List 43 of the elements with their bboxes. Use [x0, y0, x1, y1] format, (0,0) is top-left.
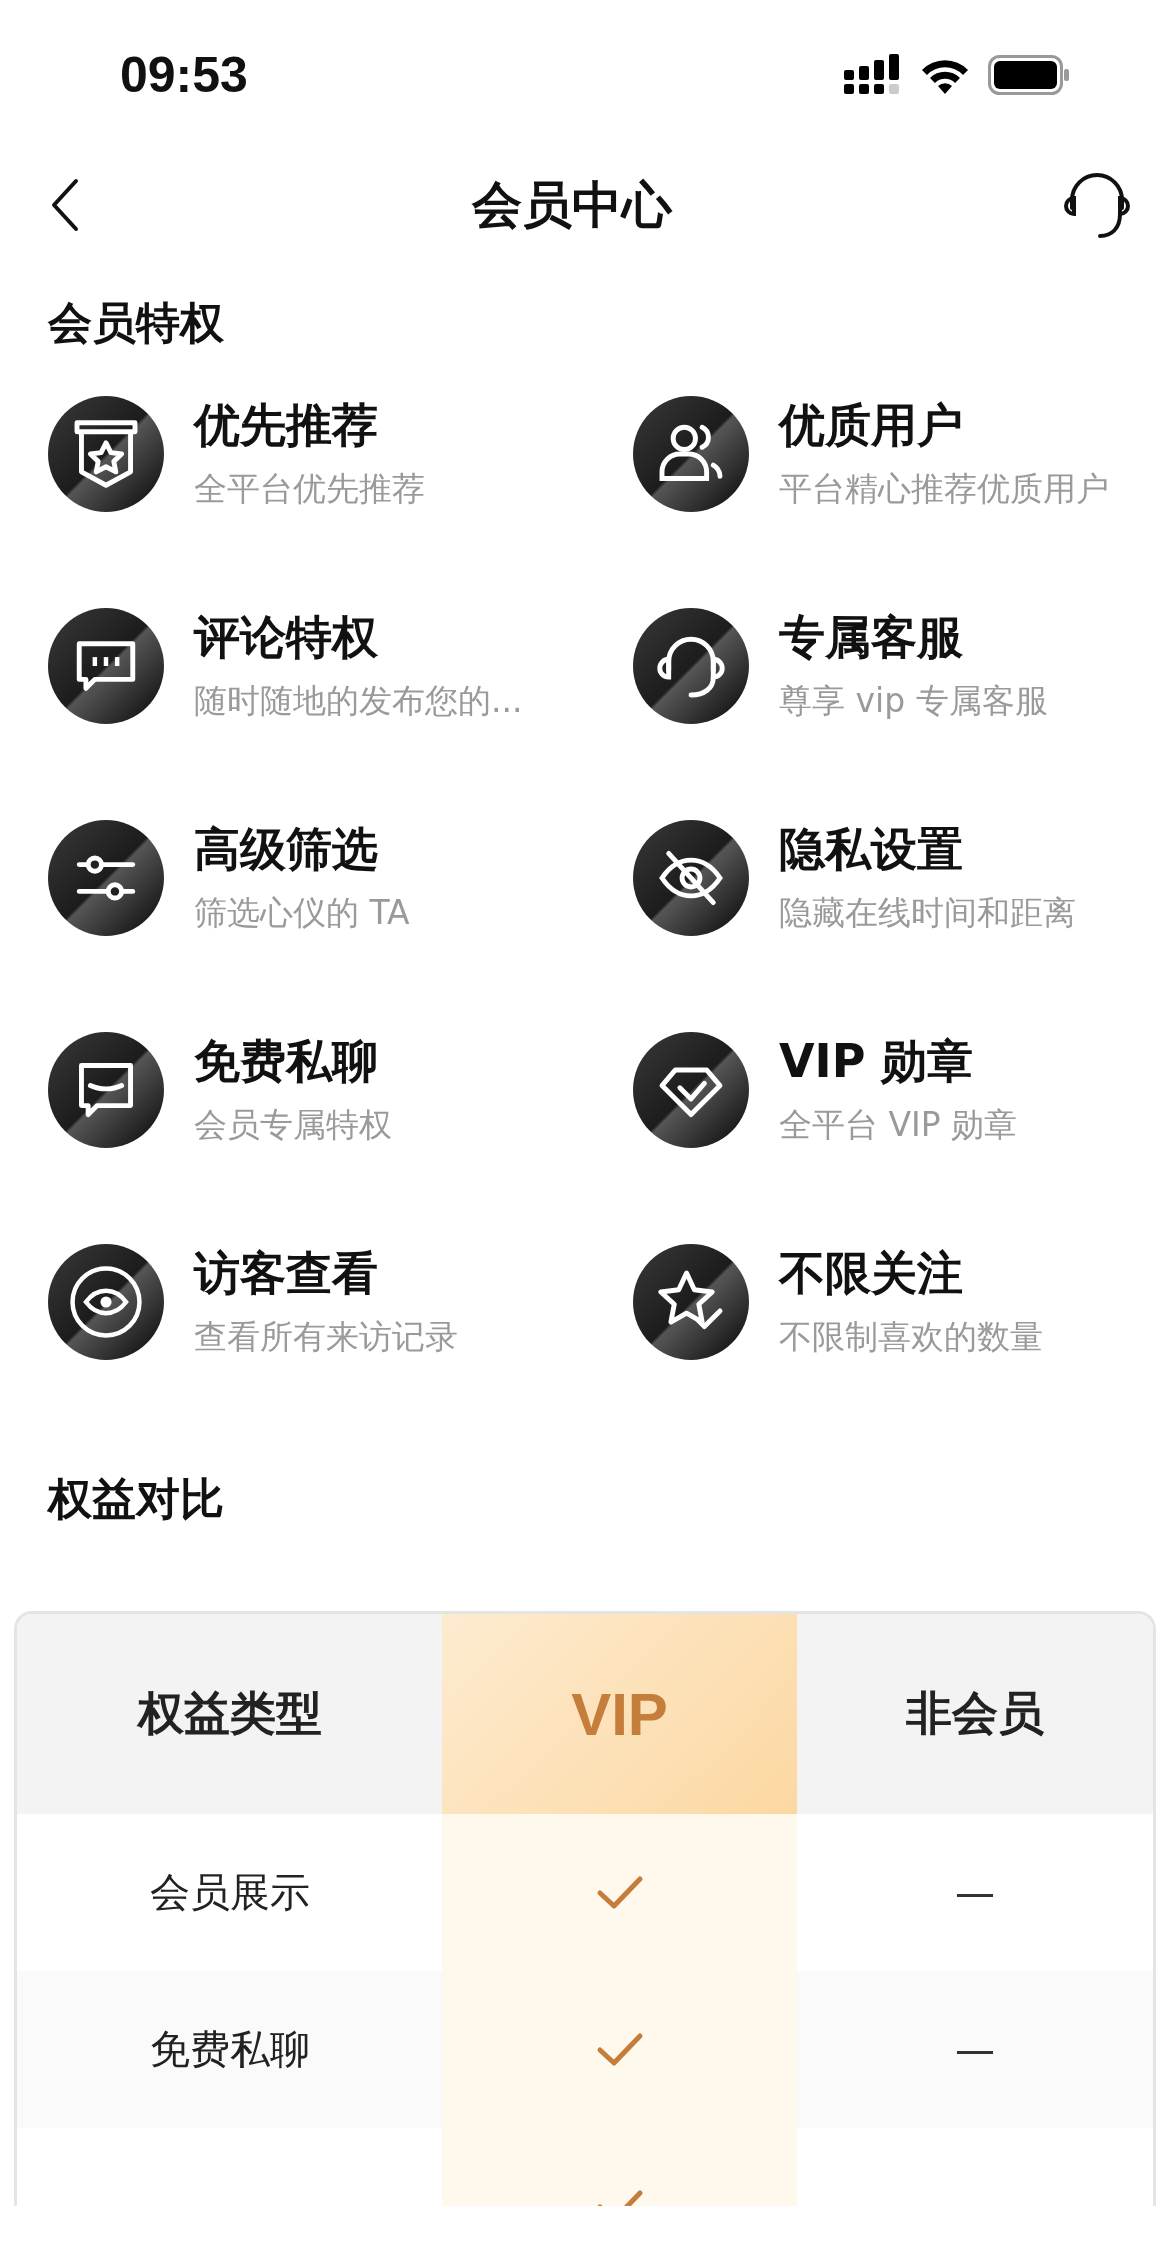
battery-icon	[988, 55, 1070, 95]
privilege-title: 访客查看	[194, 1245, 379, 1302]
privilege-title: 优先推荐	[194, 397, 379, 454]
column-header: 权益类型	[136, 1685, 323, 1742]
sliders-icon	[48, 819, 164, 936]
section-title: 会员特权	[48, 296, 224, 350]
headset-icon[interactable]	[1064, 170, 1130, 240]
eye-icon	[48, 1243, 164, 1360]
privilege-title: VIP 勋章	[779, 1033, 975, 1090]
privilege-title: 优质用户	[779, 397, 964, 454]
column-header: VIP	[442, 1614, 797, 1814]
privilege-description: 隐藏在线时间和距离	[779, 892, 1076, 934]
privilege-description: 会员专属特权	[194, 1104, 392, 1146]
table-cell-text: 会员展示	[148, 1868, 311, 1917]
page-title: 会员中心	[472, 174, 672, 236]
privilege-title: 评论特权	[194, 609, 379, 666]
privilege-description: 不限制喜欢的数量	[779, 1316, 1043, 1358]
chat-bubble-icon	[48, 607, 164, 724]
section-title: 权益对比	[48, 1472, 224, 1526]
star-check-icon	[633, 1243, 749, 1360]
privilege-description: 全平台 VIP 勋章	[779, 1104, 1018, 1146]
table-cell-text: —	[954, 2025, 996, 2075]
privilege-title: 高级筛选	[194, 821, 379, 878]
privilege-description: 筛选心仪的 TA	[194, 892, 410, 934]
message-icon	[48, 1031, 164, 1148]
privilege-title: 专属客服	[779, 609, 964, 666]
table-cell-text: 免费私聊	[148, 2025, 311, 2074]
signal-icon	[844, 54, 902, 96]
privilege-title: 免费私聊	[194, 1033, 379, 1090]
status-time: 09:53	[120, 46, 248, 104]
privilege-description: 平台精心推荐优质用户	[779, 468, 1109, 510]
privilege-title: 不限关注	[779, 1245, 964, 1302]
back-icon[interactable]	[50, 178, 80, 232]
column-header: 非会员	[905, 1685, 1045, 1742]
headset-icon	[633, 607, 749, 724]
eye-off-icon	[633, 819, 749, 936]
privilege-description: 查看所有来访记录	[194, 1316, 458, 1358]
privilege-description: 随时随地的发布您的...	[194, 680, 523, 722]
table-cell-text: —	[954, 1868, 996, 1918]
users-icon	[633, 395, 749, 512]
privilege-description: 尊享 vip 专属客服	[779, 680, 1048, 722]
privilege-title: 隐私设置	[779, 821, 964, 878]
privilege-description: 全平台优先推荐	[194, 468, 425, 510]
